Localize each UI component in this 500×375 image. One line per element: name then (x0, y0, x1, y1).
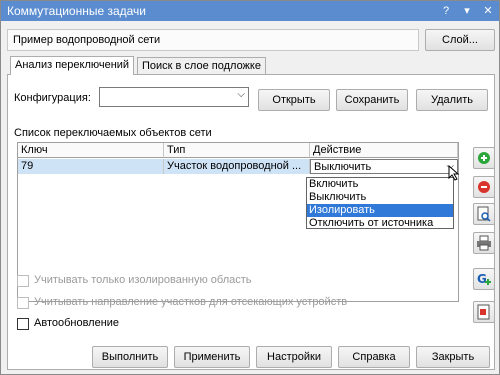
config-combo[interactable]: ⌵ (99, 87, 249, 107)
title-bar[interactable]: Коммутационные задачи ? ▾ ✕ (1, 1, 499, 21)
column-header-key[interactable]: Ключ (18, 143, 164, 158)
map-row: Пример водопроводной сети Слой... (7, 27, 495, 53)
report-button[interactable] (473, 301, 495, 323)
direction-checkbox[interactable] (17, 297, 29, 309)
graph-add-button[interactable]: G (473, 268, 495, 290)
report-icon (477, 304, 490, 320)
option-disconnect-source[interactable]: Отключить от источника (307, 217, 453, 230)
isolated-only-label: Учитывать только изолированную область (34, 274, 252, 286)
tab-background-search[interactable]: Поиск в слое подложке (137, 57, 266, 75)
settings-button[interactable]: Настройки (256, 346, 332, 368)
option-isolate[interactable]: Изолировать (307, 204, 453, 217)
commutation-tasks-window: Коммутационные задачи ? ▾ ✕ Пример водоп… (0, 0, 500, 375)
config-label: Конфигурация: (14, 92, 91, 104)
isolated-only-checkbox[interactable] (17, 275, 29, 287)
cell-key[interactable]: 79 (18, 159, 164, 174)
analysis-panel: Конфигурация: ⌵ Открыть Сохранить Удалит… (7, 74, 495, 370)
cell-type[interactable]: Участок водопроводной ... (164, 159, 310, 174)
close-button[interactable]: Закрыть (416, 346, 490, 368)
zoom-to-object-button[interactable] (473, 203, 495, 225)
chevron-down-icon: ⌵ (237, 89, 245, 100)
remove-icon (478, 181, 490, 193)
grid-caption: Список переключаемых объектов сети (14, 127, 212, 139)
save-button[interactable]: Сохранить (336, 89, 408, 111)
remove-object-button[interactable] (473, 176, 495, 198)
auto-update-checkbox[interactable] (17, 318, 29, 330)
apply-button[interactable]: Применить (174, 346, 250, 368)
help-button[interactable]: Справка (338, 346, 410, 368)
option-disable[interactable]: Выключить (307, 191, 453, 204)
auto-update-label: Автообновление (34, 317, 120, 329)
mouse-cursor-icon (448, 165, 460, 181)
column-header-action[interactable]: Действие (310, 143, 458, 158)
direction-label: Учитывать направление участков для отсек… (34, 296, 348, 308)
zoom-to-icon (477, 206, 491, 222)
print-icon (477, 235, 491, 251)
tab-strip: Анализ переключений Поиск в слое подложк… (7, 56, 495, 75)
graph-add-icon: G (477, 272, 491, 286)
action-dropdown-list[interactable]: Включить Выключить Изолировать Отключить… (306, 177, 454, 229)
column-header-type[interactable]: Тип (164, 143, 310, 158)
tab-switch-analysis[interactable]: Анализ переключений (10, 56, 135, 75)
delete-button[interactable]: Удалить (416, 89, 488, 111)
action-combo[interactable]: Выключить ⌵ (310, 159, 458, 174)
svg-text:G: G (477, 272, 487, 286)
help-icon[interactable]: ? (439, 4, 453, 18)
window-title: Коммутационные задачи (7, 4, 147, 18)
option-enable[interactable]: Включить (307, 178, 453, 191)
print-button[interactable] (473, 232, 495, 254)
action-combo-value: Выключить (314, 161, 372, 173)
add-object-button[interactable] (473, 147, 495, 169)
map-name-field: Пример водопроводной сети (7, 29, 419, 51)
layer-button[interactable]: Слой... (425, 29, 495, 51)
pin-icon[interactable]: ▾ (460, 4, 474, 18)
open-button[interactable]: Открыть (258, 89, 330, 111)
run-button[interactable]: Выполнить (92, 346, 168, 368)
close-icon[interactable]: ✕ (481, 4, 495, 18)
add-icon (478, 152, 490, 164)
